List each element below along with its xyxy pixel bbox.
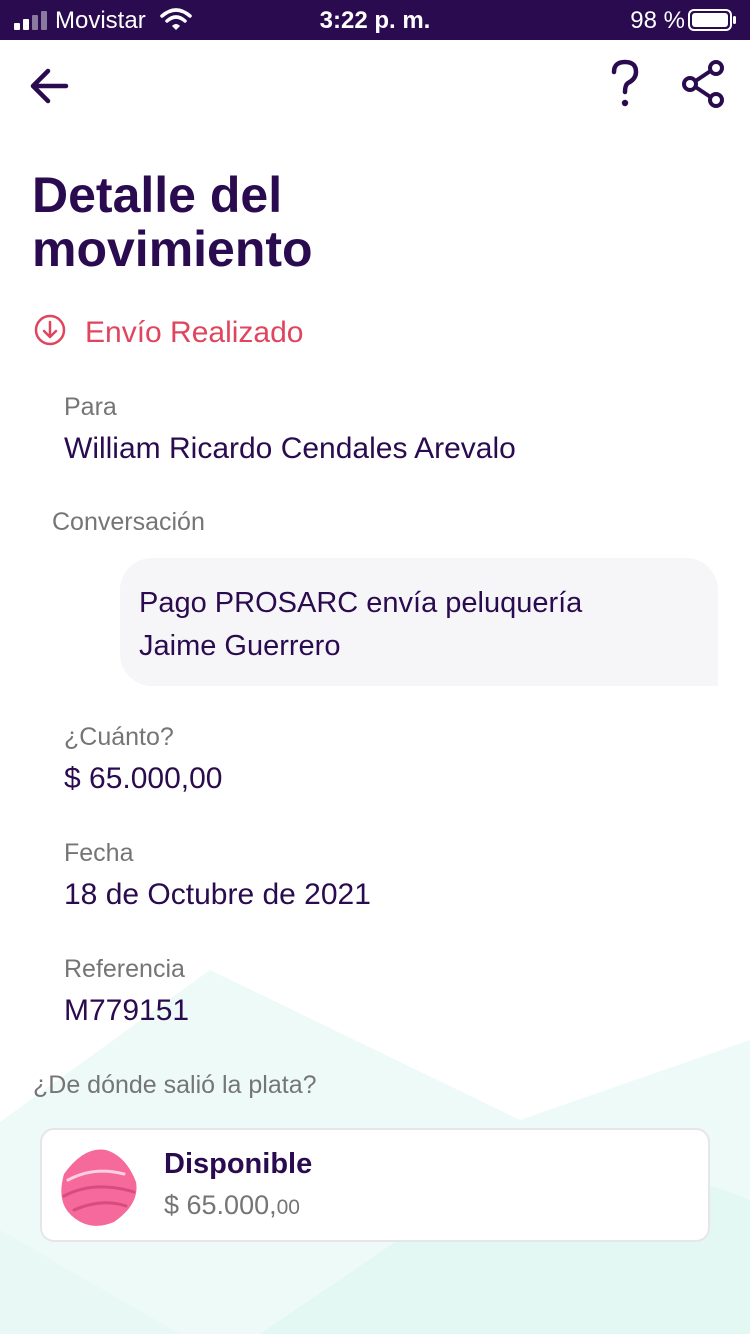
message-text: Pago PROSARC envía peluquería Jaime Guer… (139, 582, 699, 668)
back-button[interactable] (26, 62, 74, 110)
page-title-line-1: Detalle del (32, 167, 283, 223)
top-toolbar (0, 40, 750, 130)
battery-icon (688, 9, 736, 31)
reference-value: M779151 (64, 994, 190, 1027)
movement-detail: Detalle del movimiento Envío Realizado P… (0, 0, 750, 1334)
date-value: 18 de Octubre de 2021 (64, 878, 371, 911)
conversation-label: Conversación (52, 508, 205, 536)
recipient-label: Para (64, 393, 117, 421)
status-text: Envío Realizado (85, 316, 304, 349)
help-button[interactable] (600, 56, 650, 112)
pocket-icon (61, 1149, 137, 1226)
amount-value: $ 65.000,00 (64, 762, 223, 795)
account-amount-main: $ 65.000, (164, 1190, 277, 1220)
battery-percent: 98 % (630, 7, 685, 34)
reference-label: Referencia (64, 955, 185, 983)
account-name: Disponible (164, 1148, 313, 1180)
message-bubble: Pago PROSARC envía peluquería Jaime Guer… (120, 558, 718, 686)
message-line-1: Pago PROSARC envía peluquería (139, 587, 583, 619)
arrow-down-circle-icon (34, 314, 66, 346)
page-title-line-2: movimiento (32, 221, 313, 277)
source-account-card[interactable]: Disponible $ 65.000,00 (40, 1128, 710, 1242)
page-title: Detalle del movimiento (32, 168, 632, 276)
status-bar: Movistar 3:22 p. m. 98 % (0, 0, 750, 40)
movement-status: Envío Realizado (34, 312, 534, 356)
share-button[interactable] (680, 60, 728, 108)
message-line-2: Jaime Guerrero (139, 630, 341, 662)
recipient-value: William Ricardo Cendales Arevalo (64, 432, 516, 465)
account-amount: $ 65.000,00 (164, 1190, 300, 1221)
source-label: ¿De dónde salió la plata? (33, 1071, 317, 1099)
account-amount-cents: 00 (276, 1196, 300, 1219)
date-label: Fecha (64, 839, 134, 867)
amount-label: ¿Cuánto? (64, 723, 174, 751)
